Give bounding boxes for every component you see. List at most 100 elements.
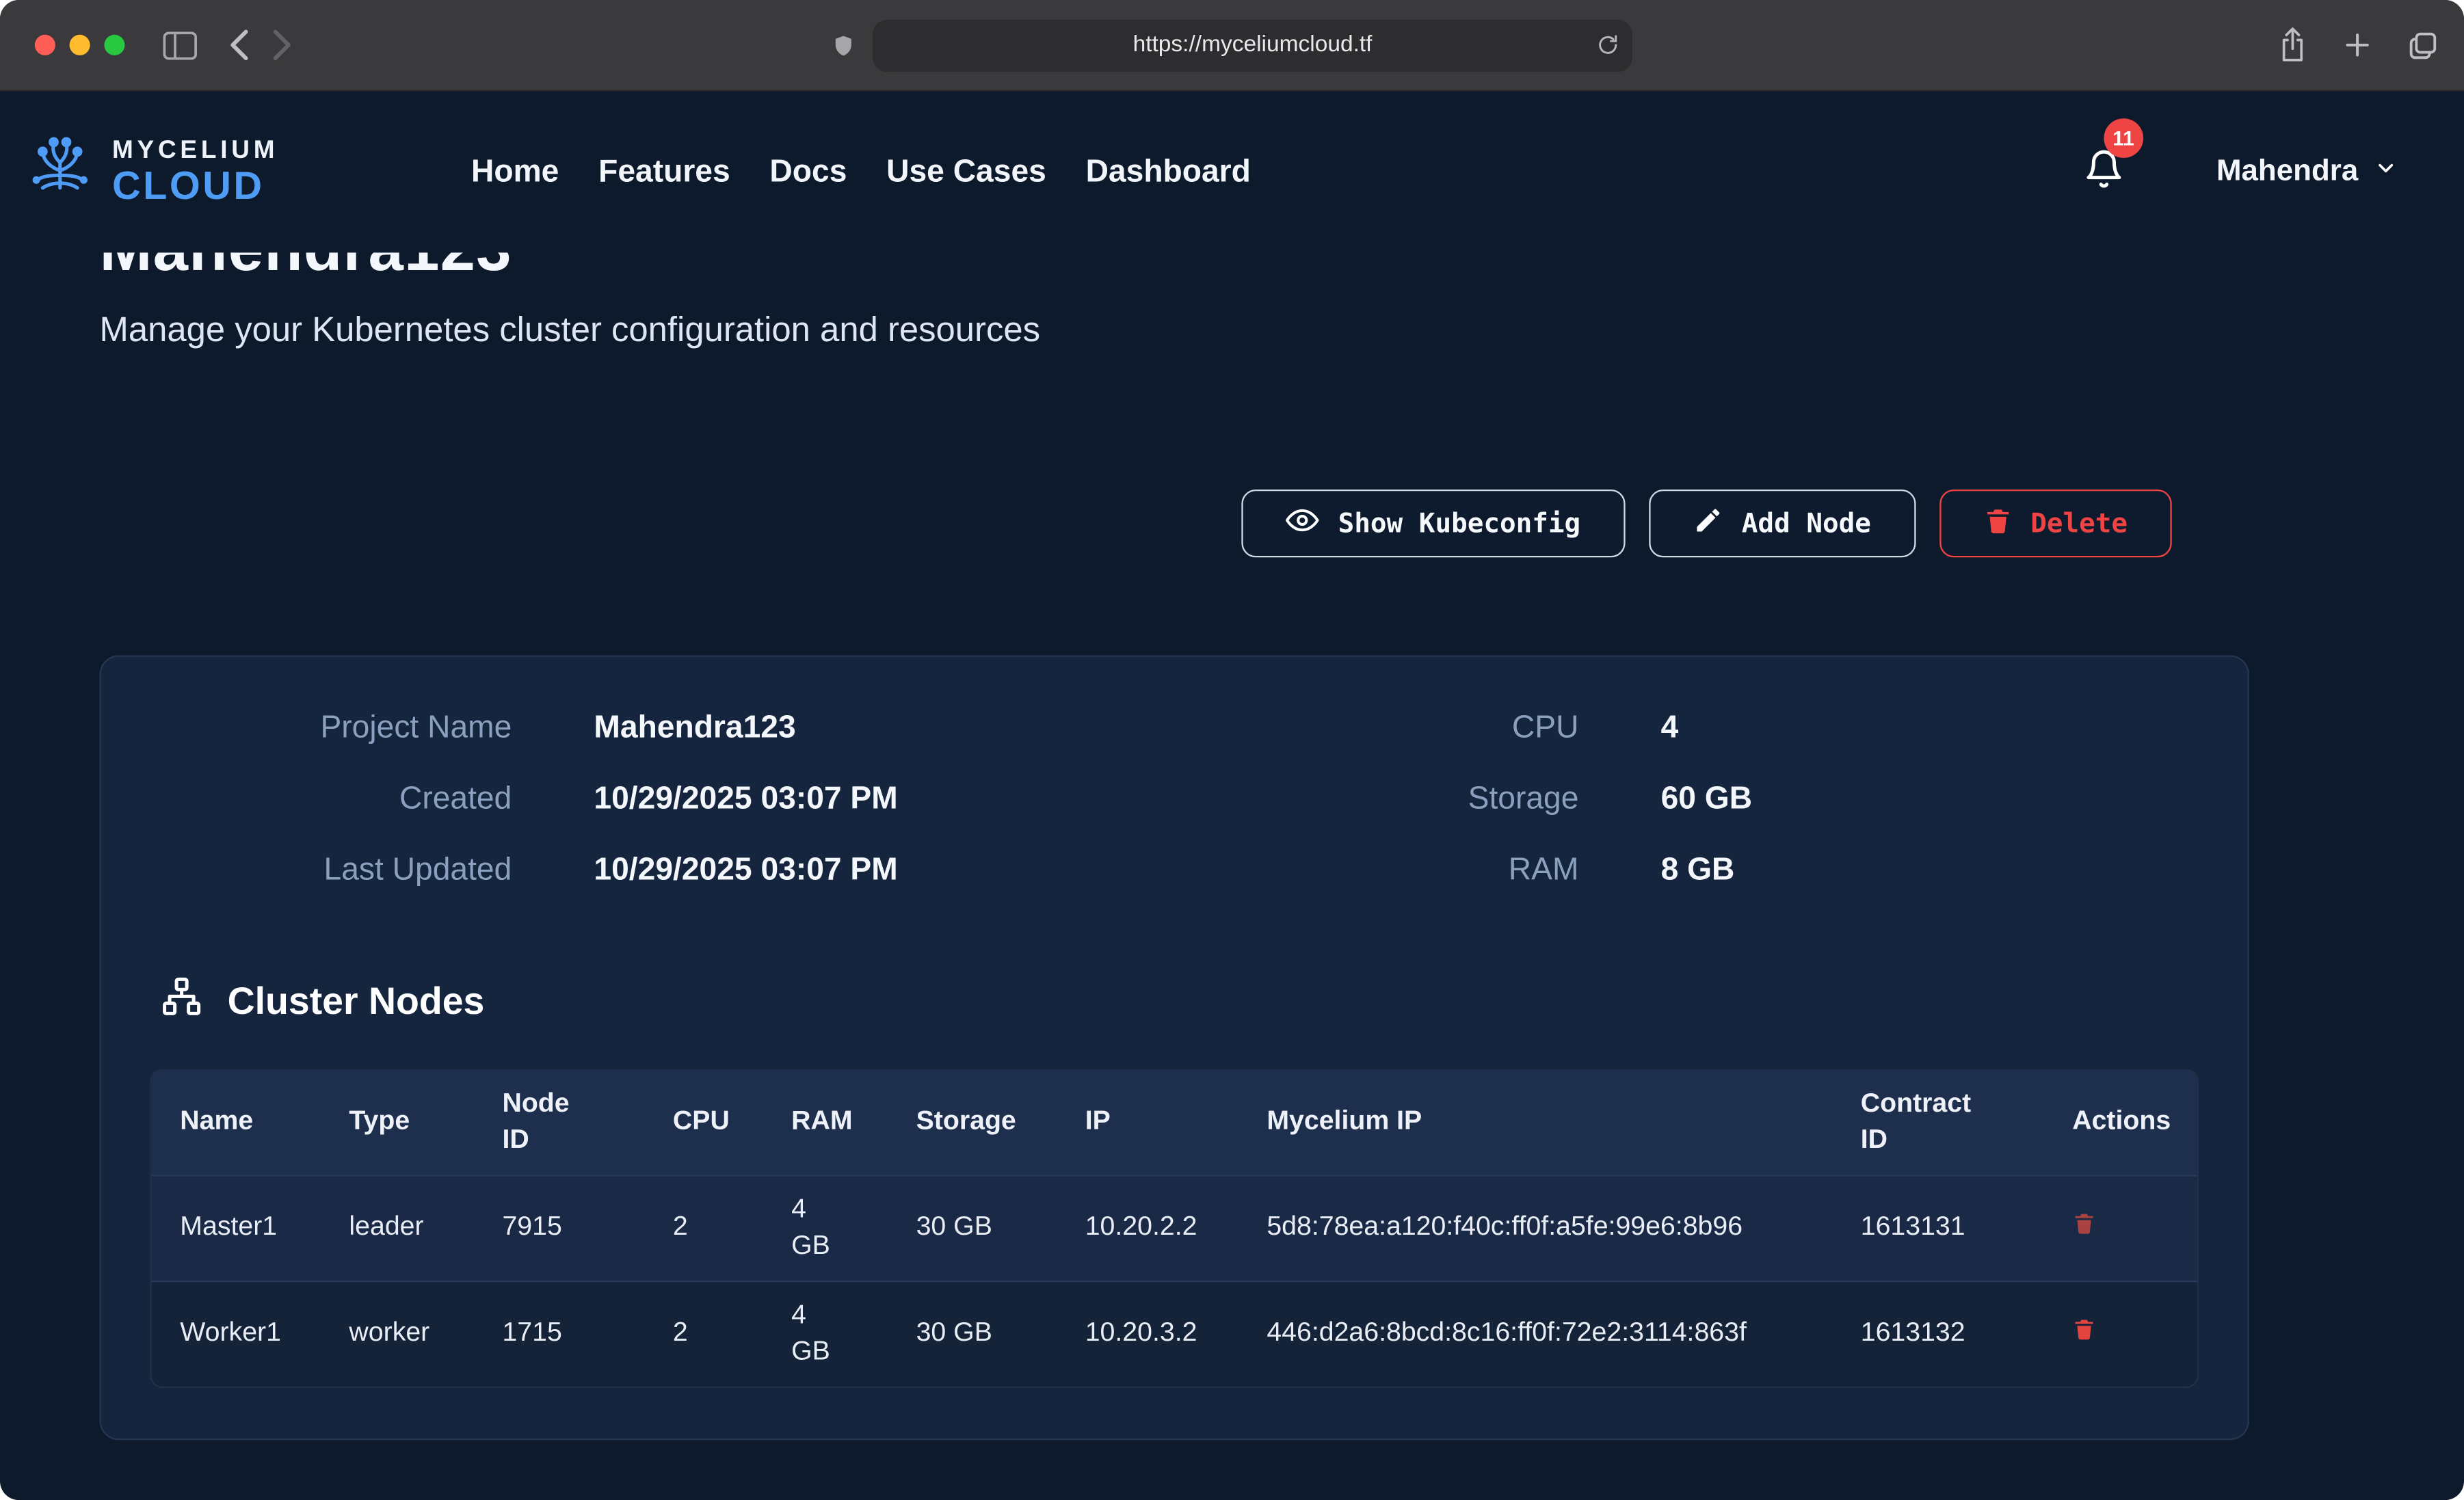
cell-node-id: 7915 xyxy=(474,1194,644,1262)
mycelium-logo-icon xyxy=(22,131,98,214)
cluster-details-card: Project Name Mahendra123 Created 10/29/2… xyxy=(100,655,2249,1439)
cell-node-id: 1715 xyxy=(474,1300,644,1367)
ram-label: RAM xyxy=(1174,853,1578,887)
table-header-row: Name Type Node ID CPU RAM Storage IP Myc… xyxy=(152,1071,2197,1175)
summary-right-column: CPU 4 Storage 60 GB RAM 8 GB xyxy=(1174,710,2247,887)
show-kubeconfig-label: Show Kubeconfig xyxy=(1338,508,1581,539)
storage-label: Storage xyxy=(1174,781,1578,816)
cell-ip: 10.20.3.2 xyxy=(1057,1300,1238,1367)
brand-name: MYCELIUM CLOUD xyxy=(112,138,278,206)
created-label: Created xyxy=(101,781,512,816)
cpu-label: CPU xyxy=(1174,710,1578,745)
chevron-down-icon xyxy=(2374,155,2398,189)
cell-contract-id: 1613132 xyxy=(1832,1300,2043,1367)
add-node-label: Add Node xyxy=(1742,508,1871,539)
cell-storage: 30 GB xyxy=(888,1194,1057,1262)
col-header-cpu: CPU xyxy=(644,1088,763,1156)
nav-item-home[interactable]: Home xyxy=(471,154,559,190)
main-nav: Home Features Docs Use Cases Dashboard xyxy=(471,154,1251,190)
nav-item-features[interactable]: Features xyxy=(598,154,730,190)
delete-cluster-button[interactable]: Delete xyxy=(1939,490,2171,557)
cluster-actions: Show Kubeconfig Add Node Delete xyxy=(100,490,2172,557)
address-bar[interactable]: https://myceliumcloud.tf xyxy=(873,19,1632,71)
created-value: 10/29/2025 03:07 PM xyxy=(594,781,1174,816)
trash-icon xyxy=(1983,505,2012,542)
pencil-icon xyxy=(1693,505,1723,542)
nav-item-use-cases[interactable]: Use Cases xyxy=(886,154,1046,190)
col-header-node-id: Node ID xyxy=(474,1071,644,1175)
add-node-button[interactable]: Add Node xyxy=(1649,490,1916,557)
col-header-type: Type xyxy=(321,1088,474,1156)
page-title: Mahendra123 xyxy=(100,253,2464,284)
navbar-right: 11 Mahendra xyxy=(2084,146,2398,198)
share-icon[interactable] xyxy=(2277,27,2307,63)
cluster-nodes-table: Name Type Node ID CPU RAM Storage IP Myc… xyxy=(150,1069,2199,1388)
sitemap-icon xyxy=(159,976,204,1028)
last-updated-label: Last Updated xyxy=(101,853,512,887)
back-icon[interactable] xyxy=(229,29,250,62)
delete-node-button[interactable] xyxy=(2072,1209,2096,1236)
sidebar-toggle-icon[interactable] xyxy=(163,31,198,59)
brand-line2: CLOUD xyxy=(112,167,278,206)
zoom-window-button[interactable] xyxy=(104,35,124,55)
col-header-ram: RAM xyxy=(763,1088,888,1156)
cluster-nodes-title: Cluster Nodes xyxy=(228,980,485,1024)
user-name: Mahendra xyxy=(2216,155,2358,189)
delete-node-button[interactable] xyxy=(2072,1315,2096,1341)
new-tab-icon[interactable] xyxy=(2342,30,2372,60)
delete-label: Delete xyxy=(2030,508,2128,539)
col-header-actions: Actions xyxy=(2044,1088,2197,1156)
notifications-button[interactable]: 11 xyxy=(2084,146,2125,198)
cell-name: Worker1 xyxy=(152,1300,321,1367)
col-header-ip: IP xyxy=(1057,1088,1238,1156)
tab-overview-icon[interactable] xyxy=(2407,29,2439,61)
col-header-mycelium-ip: Mycelium IP xyxy=(1238,1088,1832,1156)
col-header-contract-id: Contract ID xyxy=(1832,1071,2043,1175)
cell-actions xyxy=(2044,1299,2197,1368)
brand-line1: MYCELIUM xyxy=(112,138,278,163)
ram-value: 8 GB xyxy=(1661,853,2248,887)
cell-mycelium-ip: 5d8:78ea:a120:f40c:ff0f:a5fe:99e6:8b96 xyxy=(1238,1194,1832,1262)
cluster-summary: Project Name Mahendra123 Created 10/29/2… xyxy=(101,710,2248,887)
page-subtitle: Manage your Kubernetes cluster configura… xyxy=(100,310,2464,351)
cell-actions xyxy=(2044,1194,2197,1263)
brand-logo[interactable]: MYCELIUM CLOUD xyxy=(22,131,278,214)
table-row: Master1 leader 7915 2 4 GB 30 GB 10.20.2… xyxy=(152,1175,2197,1280)
cell-contract-id: 1613131 xyxy=(1832,1194,2043,1262)
page-content: Mahendra123 Manage your Kubernetes clust… xyxy=(0,253,2464,1500)
cell-cpu: 2 xyxy=(644,1300,763,1367)
project-name-label: Project Name xyxy=(101,710,512,745)
cell-type: leader xyxy=(321,1194,474,1262)
minimize-window-button[interactable] xyxy=(70,35,90,55)
cell-mycelium-ip: 446:d2a6:8bcd:8c16:ff0f:72e2:3114:863f xyxy=(1238,1300,1832,1367)
notification-count-badge: 11 xyxy=(2103,118,2143,157)
cell-type: worker xyxy=(321,1300,474,1367)
cell-ip: 10.20.2.2 xyxy=(1057,1194,1238,1262)
table-row: Worker1 worker 1715 2 4 GB 30 GB 10.20.3… xyxy=(152,1281,2197,1386)
chrome-right-controls xyxy=(2277,27,2439,63)
cell-ram: 4 GB xyxy=(763,1282,888,1386)
cpu-value: 4 xyxy=(1661,710,2248,745)
forward-icon[interactable] xyxy=(271,29,292,62)
last-updated-value: 10/29/2025 03:07 PM xyxy=(594,853,1174,887)
browser-window: https://myceliumcloud.tf xyxy=(0,0,2464,1500)
col-header-name: Name xyxy=(152,1088,321,1156)
nav-item-dashboard[interactable]: Dashboard xyxy=(1086,154,1251,190)
project-name-value: Mahendra123 xyxy=(594,710,1174,745)
cell-ram: 4 GB xyxy=(763,1176,888,1280)
privacy-shield-icon[interactable] xyxy=(832,31,856,58)
col-header-storage: Storage xyxy=(888,1088,1057,1156)
user-menu[interactable]: Mahendra xyxy=(2216,155,2398,189)
summary-left-column: Project Name Mahendra123 Created 10/29/2… xyxy=(101,710,1174,887)
nav-item-docs[interactable]: Docs xyxy=(769,154,847,190)
url-text: https://myceliumcloud.tf xyxy=(1133,32,1373,57)
storage-value: 60 GB xyxy=(1661,781,2248,816)
reload-icon[interactable] xyxy=(1596,32,1620,57)
bell-icon xyxy=(2084,170,2125,196)
cluster-nodes-heading: Cluster Nodes xyxy=(159,976,2247,1028)
window-controls xyxy=(35,35,125,55)
close-window-button[interactable] xyxy=(35,35,55,55)
scale-stage: https://myceliumcloud.tf xyxy=(0,0,2464,1500)
cell-storage: 30 GB xyxy=(888,1300,1057,1367)
show-kubeconfig-button[interactable]: Show Kubeconfig xyxy=(1242,490,1625,557)
